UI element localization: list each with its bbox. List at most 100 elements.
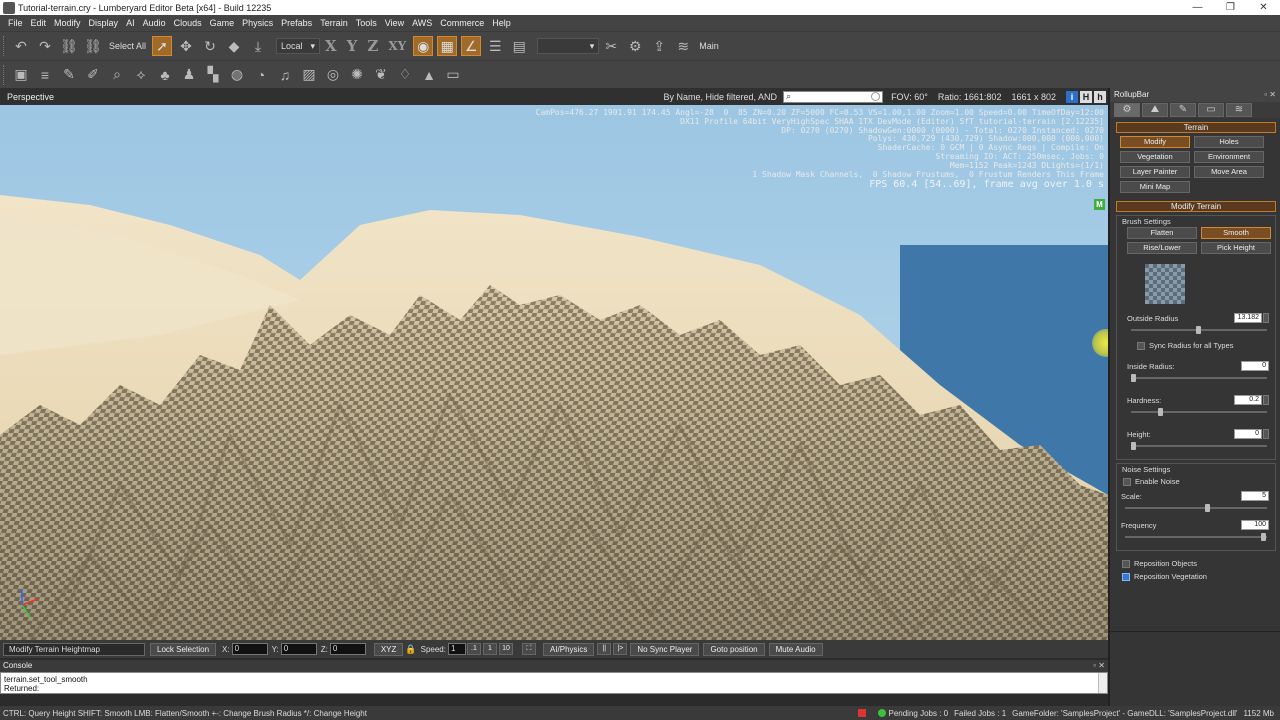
stack-icon[interactable]: ≋	[673, 36, 693, 56]
sync-player-button[interactable]: No Sync Player	[630, 642, 700, 656]
scale-slider[interactable]	[1125, 504, 1267, 512]
menu-clouds[interactable]: Clouds	[170, 18, 206, 28]
tree-icon[interactable]: ♣	[155, 65, 175, 85]
goto-position-button[interactable]: Goto position	[703, 642, 765, 656]
console-icon[interactable]: ▭	[443, 65, 463, 85]
modify-terrain-header[interactable]: Modify Terrain	[1116, 201, 1276, 212]
frequency-input[interactable]: 100	[1241, 520, 1269, 530]
lock-selection-button[interactable]: Lock Selection	[150, 642, 217, 656]
axis-xy-button[interactable]: XY	[388, 39, 406, 53]
flowgraph-icon[interactable]: ⟡	[131, 65, 151, 85]
move-area-button[interactable]: Move Area	[1194, 166, 1264, 178]
close-button[interactable]: ✕	[1247, 0, 1280, 15]
tab-display[interactable]: ▭	[1198, 103, 1224, 117]
lock-icon[interactable]: 🔒	[405, 644, 416, 655]
mini-map-button[interactable]: Mini Map	[1120, 181, 1190, 193]
mute-audio-button[interactable]: Mute Audio	[768, 642, 823, 656]
outside-radius-spinner[interactable]	[1263, 313, 1269, 323]
menu-physics[interactable]: Physics	[238, 18, 277, 28]
resolution-readout[interactable]: 1661 x 802	[1011, 92, 1056, 102]
globe-icon[interactable]: ◍	[227, 65, 247, 85]
fov-readout[interactable]: FOV: 60°	[891, 92, 928, 102]
sphere-icon[interactable]: ◎	[323, 65, 343, 85]
menu-game[interactable]: Game	[206, 18, 239, 28]
scale-input[interactable]: 5	[1241, 491, 1269, 501]
search-filter-label[interactable]: By Name, Hide filtered, AND	[664, 92, 778, 102]
reposition-vegetation-checkbox[interactable]	[1122, 572, 1130, 581]
menu-prefabs[interactable]: Prefabs	[277, 18, 316, 28]
hardness-input[interactable]: 0.2	[1234, 395, 1262, 405]
pause-icon[interactable]: ||	[597, 643, 612, 655]
menu-modify[interactable]: Modify	[50, 18, 85, 28]
terrain-section-header[interactable]: Terrain	[1116, 122, 1276, 133]
console-scrollbar[interactable]	[1098, 673, 1107, 693]
speed-step-button[interactable]: 10	[498, 643, 513, 655]
toolbar-grip[interactable]	[3, 36, 6, 56]
camera-snap-icon[interactable]: ◉	[413, 36, 434, 56]
menu-terrain[interactable]: Terrain	[316, 18, 352, 28]
menu-edit[interactable]: Edit	[27, 18, 51, 28]
material-icon[interactable]: ◔	[251, 65, 271, 85]
restore-button[interactable]: ❐	[1214, 0, 1247, 15]
gamepad-icon[interactable]: ⚙	[625, 36, 645, 56]
error-icon[interactable]	[857, 709, 866, 717]
component-icon[interactable]: ▚	[203, 65, 223, 85]
ratio-readout[interactable]: Ratio: 1661:802	[938, 92, 1002, 102]
layers-icon[interactable]: ≡	[35, 65, 55, 85]
z-input[interactable]: 0	[329, 643, 366, 655]
headphones-icon[interactable]: ♫	[275, 65, 295, 85]
hide-helpers-button[interactable]: h	[1094, 90, 1106, 103]
tab-modelling[interactable]: ✎	[1170, 103, 1196, 117]
scale-icon[interactable]: ◆	[224, 36, 244, 56]
unlink-icon[interactable]: ⛓	[83, 36, 103, 56]
undo-icon[interactable]: ↶	[11, 36, 31, 56]
clear-search-icon[interactable]	[871, 91, 881, 101]
object-icon[interactable]: ▣	[11, 65, 31, 85]
export-icon[interactable]: ⇪	[649, 36, 669, 56]
hardness-slider[interactable]	[1131, 408, 1267, 416]
minimize-button[interactable]: —	[1181, 0, 1214, 15]
terrain-icon[interactable]: ▲	[419, 65, 439, 85]
menu-commerce[interactable]: Commerce	[436, 18, 488, 28]
outside-radius-slider[interactable]	[1131, 326, 1267, 334]
environment-button[interactable]: Environment	[1194, 151, 1264, 163]
person-icon[interactable]: ♟	[179, 65, 199, 85]
toolbar-grip[interactable]	[3, 64, 6, 85]
tools-icon[interactable]: ✂	[601, 36, 621, 56]
select-all-dropdown[interactable]: Select All	[109, 41, 146, 51]
pick-height-button[interactable]: Pick Height	[1201, 242, 1271, 254]
xyz-lock-button[interactable]: XYZ	[373, 642, 404, 656]
rise-lower-button[interactable]: Rise/Lower	[1127, 242, 1197, 254]
close-icon[interactable]: ▫ ✕	[1093, 660, 1105, 672]
holes-button[interactable]: Holes	[1194, 136, 1264, 148]
snap-terrain-icon[interactable]: ⤓	[248, 36, 268, 56]
layer-painter-button[interactable]: Layer Painter	[1120, 166, 1190, 178]
outside-radius-input[interactable]: 13.182	[1234, 313, 1262, 323]
speed-input[interactable]: 1	[447, 643, 466, 655]
leaf-icon[interactable]: ❦	[371, 65, 391, 85]
redo-icon[interactable]: ↷	[35, 36, 55, 56]
layers-list-icon[interactable]: ▤	[509, 36, 529, 56]
y-input[interactable]: 0	[280, 643, 317, 655]
menu-audio[interactable]: Audio	[139, 18, 170, 28]
coord-space-dropdown[interactable]: Local ▾	[276, 38, 321, 54]
tab-layers[interactable]: ≋	[1226, 103, 1252, 117]
select-arrow-icon[interactable]: ➚	[152, 36, 173, 56]
inside-radius-slider[interactable]	[1131, 374, 1267, 382]
grid-snap-icon[interactable]: ▦	[437, 36, 458, 56]
helpers-button[interactable]: H	[1080, 90, 1092, 103]
menu-display[interactable]: Display	[85, 18, 123, 28]
sync-radius-checkbox[interactable]	[1137, 341, 1145, 350]
particles-icon[interactable]: ✺	[347, 65, 367, 85]
flatten-button[interactable]: Flatten	[1127, 227, 1197, 239]
menu-help[interactable]: Help	[488, 18, 515, 28]
step-icon[interactable]: |>	[613, 643, 628, 655]
vegetation-button[interactable]: Vegetation	[1120, 151, 1190, 163]
enable-noise-checkbox[interactable]	[1123, 477, 1131, 486]
menu-view[interactable]: View	[381, 18, 408, 28]
modify-button[interactable]: Modify	[1120, 136, 1190, 148]
link-icon[interactable]: ⛓	[59, 36, 79, 56]
align-icon[interactable]: ☰	[485, 36, 505, 56]
hardness-spinner[interactable]	[1263, 395, 1269, 405]
menu-tools[interactable]: Tools	[352, 18, 381, 28]
